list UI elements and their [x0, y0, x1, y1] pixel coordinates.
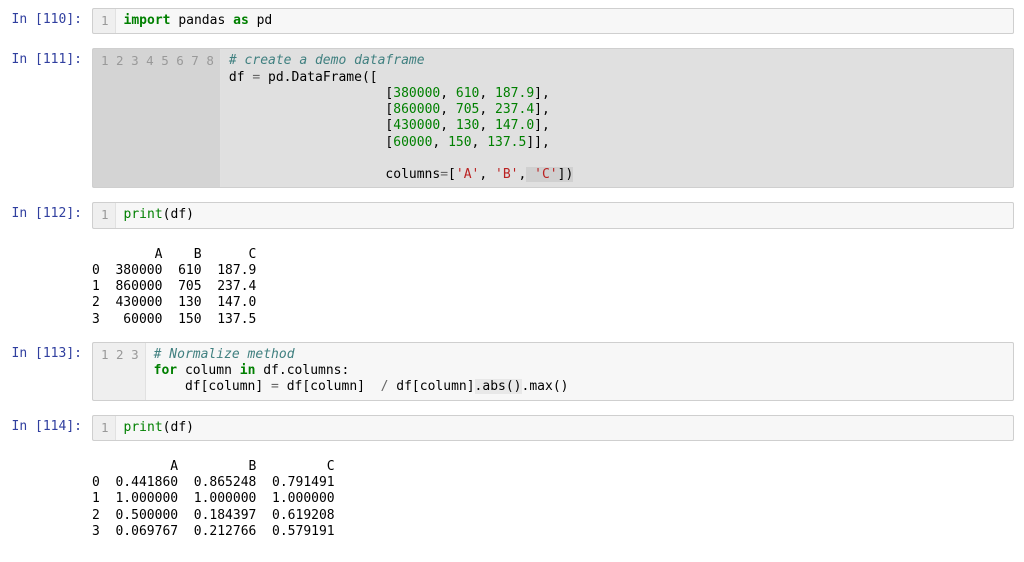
cell-prompt: In [111]:: [10, 48, 92, 68]
cell-prompt: [10, 455, 92, 459]
cell-prompt: In [110]:: [10, 8, 92, 28]
code-input[interactable]: 1import pandas as pd: [92, 8, 1014, 34]
output-cell: A B C 0 0.441860 0.865248 0.791491 1 1.0…: [10, 455, 1014, 540]
code-cell: In [112]:1print(df): [10, 202, 1014, 228]
code-input[interactable]: 1print(df): [92, 415, 1014, 441]
code-content[interactable]: # create a demo dataframe df = pd.DataFr…: [221, 49, 1013, 187]
cell-prompt: [10, 243, 92, 247]
output-text: A B C 0 380000 610 187.9 1 860000 705 23…: [92, 243, 1014, 328]
code-content[interactable]: # Normalize method for column in df.colu…: [146, 343, 1013, 400]
line-number-gutter: 1: [93, 203, 116, 227]
output-cell: A B C 0 380000 610 187.9 1 860000 705 23…: [10, 243, 1014, 328]
code-input[interactable]: 1print(df): [92, 202, 1014, 228]
code-cell: In [114]:1print(df): [10, 415, 1014, 441]
jupyter-notebook: In [110]:1import pandas as pdIn [111]:1 …: [10, 8, 1014, 540]
cell-prompt: In [113]:: [10, 342, 92, 362]
code-cell: In [110]:1import pandas as pd: [10, 8, 1014, 34]
code-cell: In [113]:1 2 3# Normalize method for col…: [10, 342, 1014, 401]
output-text: A B C 0 0.441860 0.865248 0.791491 1 1.0…: [92, 455, 1014, 540]
line-number-gutter: 1 2 3: [93, 343, 146, 400]
line-number-gutter: 1: [93, 416, 116, 440]
cell-prompt: In [112]:: [10, 202, 92, 222]
code-content[interactable]: print(df): [116, 203, 1013, 227]
cell-prompt: In [114]:: [10, 415, 92, 435]
line-number-gutter: 1: [93, 9, 116, 33]
line-number-gutter: 1 2 3 4 5 6 7 8: [93, 49, 221, 187]
code-content[interactable]: print(df): [116, 416, 1013, 440]
code-cell: In [111]:1 2 3 4 5 6 7 8# create a demo …: [10, 48, 1014, 188]
code-input[interactable]: 1 2 3 4 5 6 7 8# create a demo dataframe…: [92, 48, 1014, 188]
code-input[interactable]: 1 2 3# Normalize method for column in df…: [92, 342, 1014, 401]
code-content[interactable]: import pandas as pd: [116, 9, 1013, 33]
